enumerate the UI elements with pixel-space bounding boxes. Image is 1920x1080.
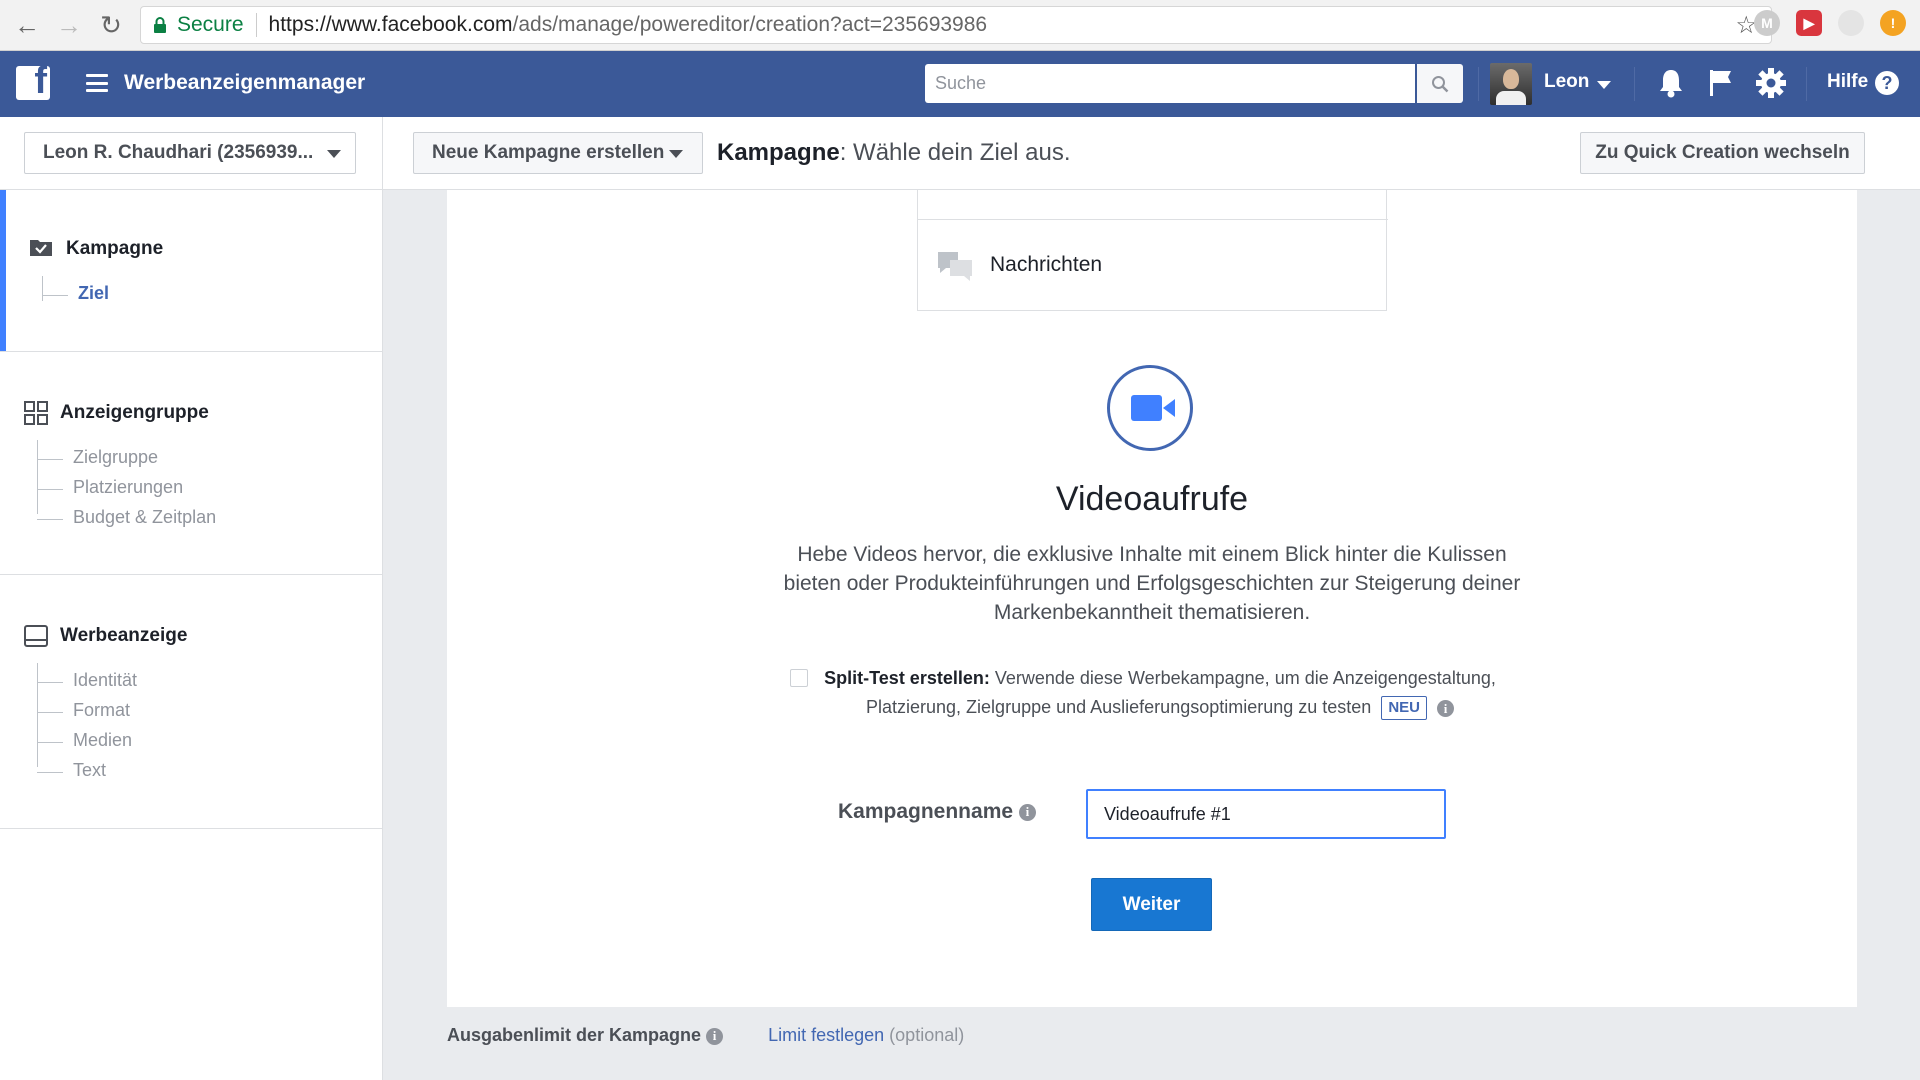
sidebar-section-adset: Anzeigengruppe Zielgruppe Platzierungen … (0, 352, 382, 575)
facebook-logo-icon[interactable]: f (16, 60, 50, 102)
campaign-name-label: Kampagnenname i (838, 800, 1036, 824)
split-test-title: Split-Test erstellen: (824, 668, 990, 688)
campaign-toolbar: Leon R. Chaudhari (2356939... Neue Kampa… (0, 117, 1920, 190)
secure-label: Secure (177, 13, 244, 36)
chevron-down-icon[interactable] (1597, 81, 1611, 89)
url-path: /ads/manage/powereditor/creation?act=235… (512, 13, 988, 36)
account-label: Leon R. Chaudhari (2356939... (43, 142, 314, 163)
continue-button[interactable]: Weiter (1091, 878, 1212, 931)
search-input[interactable] (925, 64, 1415, 103)
search-button[interactable] (1417, 64, 1463, 103)
chevron-down-icon (327, 150, 341, 158)
extension-video-icon[interactable]: ▶ (1796, 10, 1822, 36)
facebook-header: f Werbeanzeigenmanager Leon (0, 51, 1920, 117)
header-divider (1478, 67, 1479, 101)
url-host: https://www.facebook.com (268, 13, 513, 36)
option-messages-label: Nachrichten (990, 253, 1103, 276)
toolbar-divider (382, 117, 383, 189)
help-link[interactable]: Hilfe (1827, 71, 1868, 93)
reload-icon[interactable]: ↻ (92, 6, 130, 44)
header-divider (1634, 67, 1635, 101)
split-test-checkbox[interactable] (790, 669, 808, 687)
split-test-text: Split-Test erstellen: Verwende diese Wer… (820, 664, 1500, 722)
extension-m-icon[interactable]: M (1754, 10, 1780, 36)
address-bar[interactable]: Secure https://www.facebook.com/ads/mana… (140, 6, 1772, 44)
sidebar-section-ad: Werbeanzeige Identität Format Medien Tex… (0, 575, 382, 829)
grid-icon (24, 401, 48, 425)
video-camera-icon (1131, 395, 1175, 421)
app-title[interactable]: Werbeanzeigenmanager (124, 71, 365, 95)
back-arrow-icon[interactable]: ← (8, 6, 46, 44)
address-separator (255, 13, 257, 37)
option-divider (918, 219, 1388, 220)
new-campaign-button[interactable]: Neue Kampagne erstellen (413, 132, 703, 174)
breadcrumb-campaign: Kampagne (717, 139, 840, 166)
quick-creation-button[interactable]: Zu Quick Creation wechseln (1580, 132, 1865, 174)
new-badge: NEU (1381, 696, 1427, 721)
gear-icon[interactable] (1755, 67, 1787, 99)
user-name[interactable]: Leon (1544, 71, 1589, 93)
objective-title: Videoaufrufe (1055, 480, 1249, 518)
spend-limit-label: Ausgabenlimit der Kampagne (447, 1025, 702, 1045)
video-objective-badge (1107, 365, 1193, 451)
breadcrumb-instruction: : Wähle dein Ziel aus. (839, 139, 1071, 166)
sidebar-section-campaign: Kampagne Ziel (0, 190, 382, 352)
extension-feather-icon[interactable] (1838, 10, 1864, 36)
browser-toolbar: ← → ↻ Secure https://www.facebook.com/ad… (0, 0, 1920, 51)
help-question-icon[interactable]: ? (1875, 71, 1899, 95)
sidebar: Kampagne Ziel Anzeigengruppe Zielgruppe … (0, 190, 383, 1080)
menu-icon[interactable] (86, 74, 108, 92)
info-icon[interactable]: i (1437, 699, 1454, 717)
objective-option-messages[interactable]: Nachrichten (917, 190, 1388, 311)
optional-label: (optional) (889, 1025, 965, 1045)
spend-limit-row: Ausgabenlimit der Kampagne i Limit festl… (447, 1025, 964, 1046)
campaign-name-input[interactable] (1086, 789, 1446, 839)
sidebar-item-adset[interactable]: Anzeigengruppe (60, 402, 209, 424)
set-limit-link[interactable]: Limit festlegen (768, 1025, 884, 1045)
info-icon[interactable]: i (706, 1027, 724, 1045)
sidebar-item-campaign[interactable]: Kampagne (66, 238, 163, 260)
new-campaign-label: Neue Kampagne erstellen (432, 142, 665, 163)
page-title: Kampagne: Wähle dein Ziel aus. (717, 139, 1070, 167)
lock-icon (154, 17, 166, 33)
avatar[interactable] (1490, 63, 1532, 105)
objective-description: Hebe Videos hervor, die exklusive Inhalt… (783, 543, 1521, 624)
header-divider (1806, 67, 1807, 101)
ad-screen-icon (24, 625, 48, 647)
folder-check-icon (30, 240, 52, 256)
forward-arrow-icon[interactable]: → (50, 6, 88, 44)
flag-icon[interactable] (1708, 67, 1734, 99)
info-icon[interactable]: i (1018, 803, 1036, 821)
chat-bubbles-icon (938, 252, 972, 281)
chevron-down-icon (669, 150, 683, 158)
alert-icon[interactable]: ! (1880, 10, 1906, 36)
search-icon (1432, 75, 1449, 92)
account-dropdown[interactable]: Leon R. Chaudhari (2356939... (24, 132, 356, 174)
active-indicator (0, 190, 6, 351)
bell-icon[interactable] (1657, 67, 1685, 99)
sidebar-item-ad[interactable]: Werbeanzeige (60, 625, 187, 647)
